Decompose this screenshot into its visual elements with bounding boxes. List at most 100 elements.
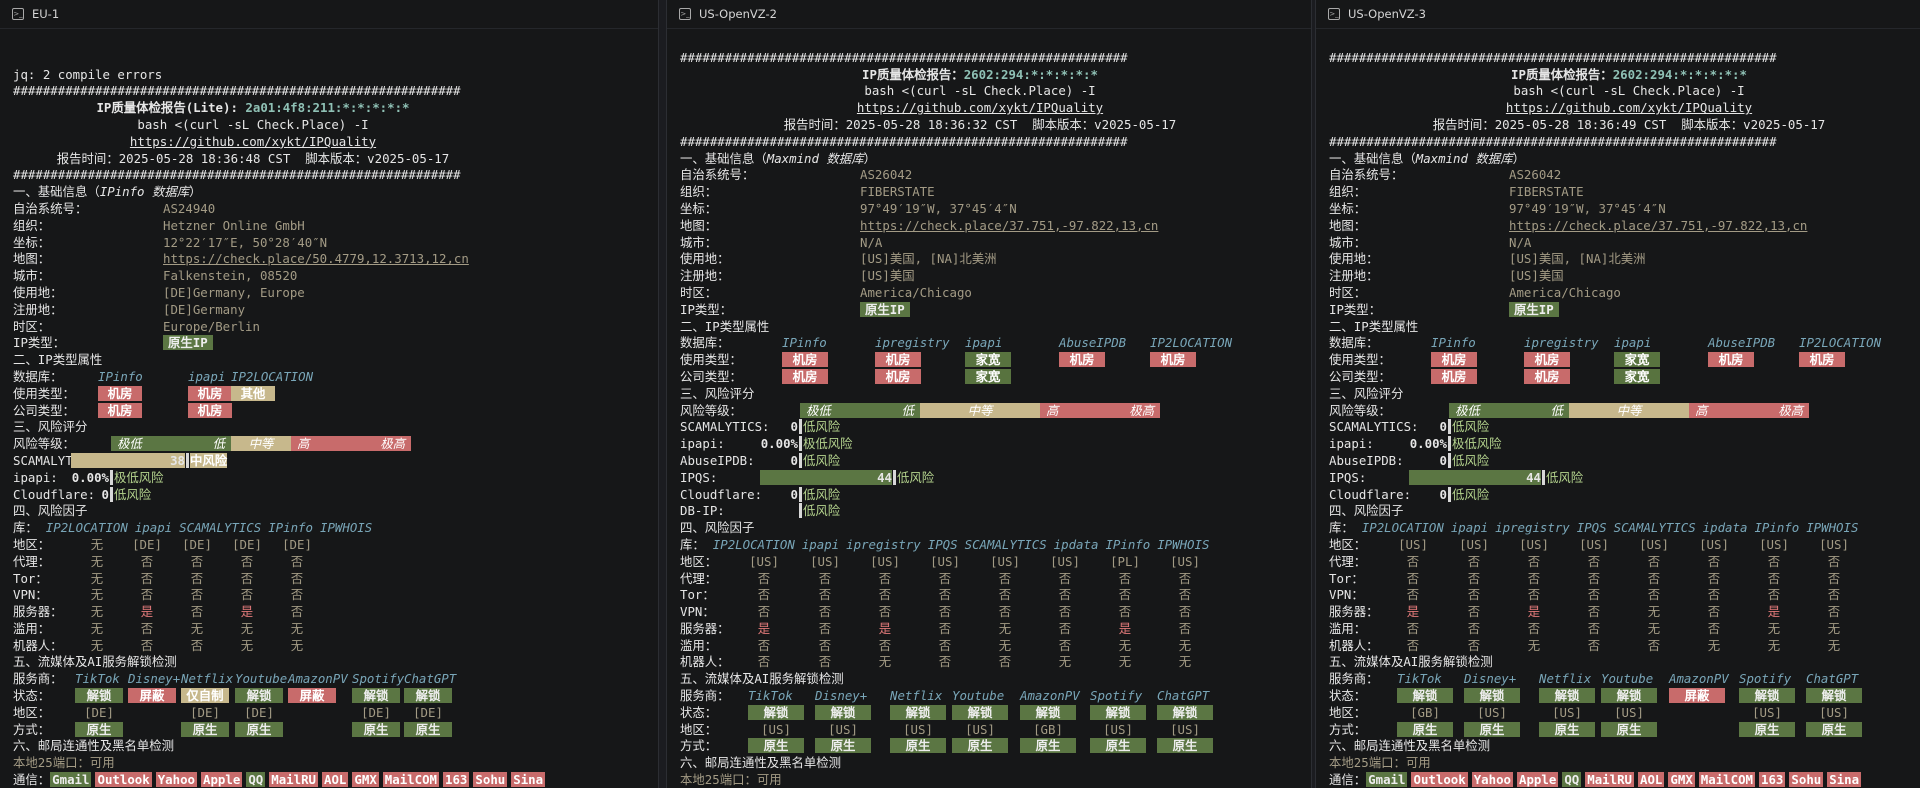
type-db-label: 数据库： xyxy=(13,368,63,384)
factor-db-name: IPWHOIS xyxy=(1157,536,1210,552)
basic-label: 时区： xyxy=(1329,284,1367,300)
service-method-badge: 原生 xyxy=(952,738,1008,754)
map-link[interactable]: https://check.place/37.751,-97.822,13,cn xyxy=(860,218,1158,233)
pane-header[interactable]: >_ EU-1 xyxy=(0,0,658,29)
service-status-badge: 解锁 xyxy=(890,704,946,720)
factor-cell: 无 xyxy=(1118,637,1132,653)
risk-score-text: 极低风险 xyxy=(114,469,164,485)
factor-row-label: Tor： xyxy=(680,587,715,603)
risk-score-text: 低风险 xyxy=(114,486,152,502)
type-badge: 机房 xyxy=(1799,352,1845,368)
factor-cell: 否 xyxy=(290,553,304,569)
factor-db-name: ipregistry xyxy=(846,536,921,552)
service-method-badge: 原生 xyxy=(1464,721,1520,737)
factor-row-label: 代理： xyxy=(13,553,51,569)
pane-header[interactable]: >_ US-OpenVZ-3 xyxy=(1316,0,1920,29)
service-region: [DE] xyxy=(84,704,114,720)
factor-cell: 否 xyxy=(1527,620,1541,636)
terminal-icon: >_ xyxy=(679,8,691,20)
risk-score-tick xyxy=(799,486,802,502)
service-name: Netflix xyxy=(1539,671,1592,687)
service-region: [DE] xyxy=(413,704,443,720)
risk-score-tick xyxy=(1448,452,1451,468)
terminal-pane-us-openvz-3[interactable]: >_ US-OpenVZ-3 ###########################… xyxy=(1315,0,1920,788)
mail-provider-badge: QQ xyxy=(1562,772,1582,788)
service-status-badge: 屏蔽 xyxy=(128,688,176,704)
terminal-output[interactable]: jq: 2 compile errors ####################… xyxy=(0,29,658,788)
risk-scale-segment: 极高 xyxy=(1749,402,1809,418)
factor-cell: 无 xyxy=(1178,637,1192,653)
factor-row-label: 地区： xyxy=(1329,536,1367,552)
pane-title: EU-1 xyxy=(32,6,60,21)
service-region: [US] xyxy=(1752,704,1782,720)
map-link[interactable]: https://check.place/37.751,-97.822,13,cn xyxy=(1509,218,1807,233)
type-db-name: ipapi xyxy=(1614,335,1652,351)
factor-cell: [US] xyxy=(1398,536,1428,552)
port25-status: 本地25端口：可用 xyxy=(13,755,115,771)
service-name: ChatGPT xyxy=(1157,688,1210,704)
basic-label: 城市： xyxy=(13,268,51,284)
factor-cell: [DE] xyxy=(182,536,212,552)
factor-cell: 无 xyxy=(90,536,104,552)
risk-score-tick xyxy=(1448,486,1451,502)
type-db-name: ipapi xyxy=(188,368,226,384)
factor-cell: 否 xyxy=(1767,587,1781,603)
type-badge: 机房 xyxy=(1431,352,1477,368)
terminal-output[interactable]: ########################################… xyxy=(667,29,1311,788)
risk-scale-segment: 中等 xyxy=(920,402,1040,418)
factor-cell: [US] xyxy=(990,553,1020,569)
service-name: Spotify xyxy=(1090,688,1143,704)
mail-provider-badge: 163 xyxy=(443,772,470,788)
basic-label: 使用地： xyxy=(680,251,730,267)
usage-type-label: 使用类型： xyxy=(680,352,742,368)
terminal-pane-eu-1[interactable]: >_ EU-1 jq: 2 compile errors ##############… xyxy=(0,0,659,788)
factor-db-list: IP2LOCATION ipapi ipregistry IPQS SCAMALYTIC… xyxy=(713,537,1217,552)
pane-header[interactable]: >_ US-OpenVZ-2 xyxy=(667,0,1311,29)
factor-cell: 否 xyxy=(1058,587,1072,603)
service-method-badge: 原生 xyxy=(75,721,123,737)
service-name: Netflix xyxy=(181,671,234,687)
factor-cell: 无 xyxy=(290,620,304,636)
service-method-badge: 原生 xyxy=(815,738,871,754)
risk-score-value: 0 xyxy=(101,486,109,502)
factor-row-label: 滥用： xyxy=(13,620,51,636)
factor-cell: 是 xyxy=(1406,604,1420,620)
repo-link[interactable]: https://github.com/xykt/IPQuality xyxy=(857,100,1103,115)
hash-separator: ########################################… xyxy=(680,49,1128,65)
pane-title: US-OpenVZ-2 xyxy=(699,6,777,21)
basic-value: FIBERSTATE xyxy=(1509,184,1584,200)
service-method-label: 方式： xyxy=(1329,721,1367,737)
terminal-output[interactable]: ########################################… xyxy=(1316,29,1920,788)
ip-type-badge: 原生IP xyxy=(163,335,213,351)
risk-score-text: 低风险 xyxy=(897,469,935,485)
factor-cell: [US] xyxy=(1519,536,1549,552)
report-title: IP质量体检报告： xyxy=(862,66,964,82)
factor-cell: 否 xyxy=(1647,587,1661,603)
factor-db-name: SCAMALYTICS xyxy=(179,520,262,536)
type-db-name: IP2LOCATION xyxy=(1150,335,1233,351)
service-status-badge: 解锁 xyxy=(1397,688,1453,704)
repo-link[interactable]: https://github.com/xykt/IPQuality xyxy=(1506,100,1752,115)
service-status-badge: 解锁 xyxy=(75,688,123,704)
basic-label: 时区： xyxy=(680,284,718,300)
service-name: Disney+ xyxy=(815,688,868,704)
factor-cell: 无 xyxy=(90,570,104,586)
service-region: [DE] xyxy=(244,704,274,720)
basic-label: 注册地： xyxy=(680,268,730,284)
risk-scale-segment: 低 xyxy=(171,436,231,452)
terminal-pane-us-openvz-2[interactable]: >_ US-OpenVZ-2 ###########################… xyxy=(666,0,1312,788)
repo-link[interactable]: https://github.com/xykt/IPQuality xyxy=(130,134,376,149)
map-link[interactable]: https://check.place/50.4779,12.3713,12,c… xyxy=(163,251,469,266)
factor-cell: 否 xyxy=(818,604,832,620)
section-risk-title: 三、风险评分 xyxy=(1329,385,1404,401)
factor-cell: 否 xyxy=(290,604,304,620)
risk-source-name: SCAMALYTICS: xyxy=(13,452,103,468)
basic-value: [US]美国 xyxy=(860,268,915,284)
service-status-badge: 解锁 xyxy=(1806,688,1862,704)
factor-cell: 否 xyxy=(1467,587,1481,603)
factor-row-label: 服务器： xyxy=(13,604,63,620)
factor-cell: [US] xyxy=(749,553,779,569)
factor-cell: [PL] xyxy=(1110,553,1140,569)
factor-cell: [US] xyxy=(1579,536,1609,552)
factor-db-name: ipapi xyxy=(134,520,173,536)
